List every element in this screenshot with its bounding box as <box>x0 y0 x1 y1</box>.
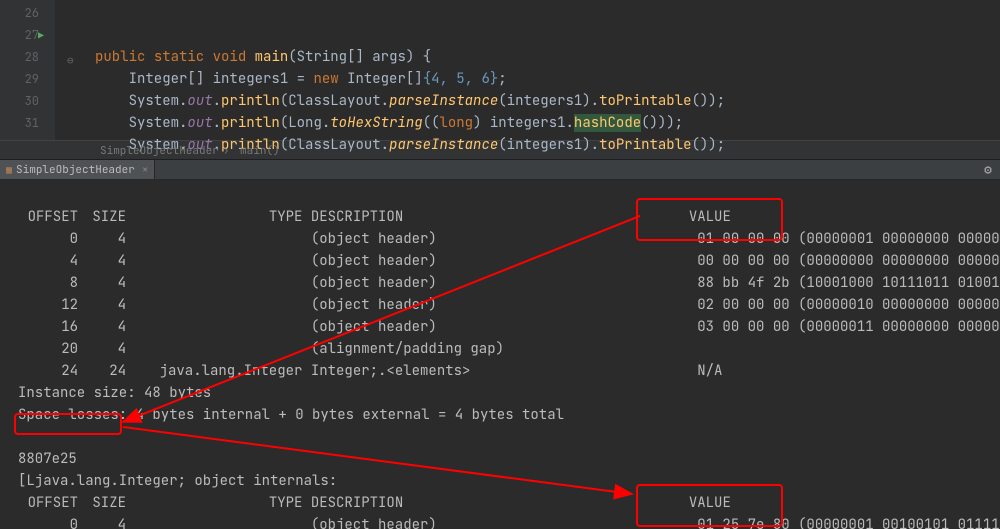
instance-size-line: Instance size: 48 bytes <box>18 384 211 402</box>
col-header: TYPE <box>269 494 303 512</box>
col-header: DESCRIPTION <box>311 494 403 512</box>
cell-size: 4 <box>78 228 126 250</box>
cell-offset: 24 <box>18 360 78 382</box>
cell-value: 00 00 00 00 (00000000 00000000 00000000 … <box>697 252 1000 270</box>
run-tab-bar: ▦ SimpleObjectHeader × ⚙ <box>0 160 1000 180</box>
code-content[interactable]: ⊖public static void main(String[] args) … <box>55 0 1000 140</box>
breadcrumb-method[interactable]: main() <box>236 144 284 158</box>
cell-size: 4 <box>78 294 126 316</box>
breadcrumb-class[interactable]: SimpleObjectHeader <box>96 144 223 158</box>
cell-value: 01 25 7e 80 (00000001 00100101 01111110 … <box>697 516 1000 529</box>
keyword: long <box>439 114 473 132</box>
cell-desc: (object header) <box>311 252 437 270</box>
method-name: main <box>255 48 289 66</box>
line-number: 31 <box>0 112 39 134</box>
cell-value: 03 00 00 00 (00000011 00000000 00000000 … <box>697 318 1000 336</box>
keyword: new <box>313 70 338 88</box>
method-call: parseInstance <box>389 136 498 154</box>
cell-desc: (object header) <box>311 296 437 314</box>
method-call: toPrintable <box>599 136 691 154</box>
col-header: OFFSET <box>18 206 78 228</box>
cell-value: N/A <box>697 362 722 380</box>
cell-offset: 12 <box>18 294 78 316</box>
cell-desc: (object header) <box>311 318 437 336</box>
cell-size: 4 <box>78 338 126 360</box>
param: args <box>372 48 406 66</box>
cell-offset: 20 <box>18 338 78 360</box>
cell-size: 4 <box>78 272 126 294</box>
run-gutter-icon[interactable]: ▶ <box>38 25 44 47</box>
run-tab-icon: ▦ <box>6 163 12 176</box>
line-number: 27 <box>0 24 39 46</box>
method-call: println <box>221 92 280 110</box>
cell-size: 4 <box>78 514 126 529</box>
hash-output: 8807e25 <box>18 450 77 468</box>
cell-offset: 0 <box>18 228 78 250</box>
col-header: OFFSET <box>18 492 78 514</box>
class-ref: ClassLayout <box>288 92 380 110</box>
variable: integers1 <box>507 136 583 154</box>
class-ref: Long <box>288 114 322 132</box>
col-header: TYPE <box>269 208 303 226</box>
cell-value: 01 00 00 00 (00000001 00000000 00000000 … <box>697 230 1000 248</box>
class-ref: System <box>129 92 179 110</box>
code-editor[interactable]: 26 27 28 29 30 31 ▶ ⊖public static void … <box>0 0 1000 140</box>
class-ref: ClassLayout <box>288 136 380 154</box>
run-tab-label: SimpleObjectHeader <box>16 163 135 177</box>
method-call: parseInstance <box>389 92 498 110</box>
type-name: Integer <box>129 70 188 88</box>
run-tab[interactable]: ▦ SimpleObjectHeader × <box>0 160 155 179</box>
variable: integers1 <box>490 114 566 132</box>
field: out <box>187 114 212 132</box>
cell-value: 02 00 00 00 (00000010 00000000 00000000 … <box>697 296 1000 314</box>
internals-header: [Ljava.lang.Integer; object internals: <box>18 472 337 490</box>
cell-value: 88 bb 4f 2b (10001000 10111011 01001111 … <box>697 274 1000 292</box>
fold-icon[interactable]: ⊖ <box>67 50 74 72</box>
cell-desc: (object header) <box>311 516 437 529</box>
editor-gutter: 26 27 28 29 30 31 ▶ <box>0 0 55 140</box>
col-header: VALUE <box>689 208 731 226</box>
col-header: SIZE <box>78 206 126 228</box>
line-number: 30 <box>0 90 39 112</box>
field: out <box>187 92 212 110</box>
line-number: 29 <box>0 68 39 90</box>
cell-size: 4 <box>78 316 126 338</box>
cell-size: 24 <box>78 360 126 382</box>
cell-type: java.lang.Integer <box>160 362 303 380</box>
col-header: VALUE <box>689 494 731 512</box>
keyword: void <box>213 48 247 66</box>
cell-offset: 16 <box>18 316 78 338</box>
cell-desc: (alignment/padding gap) <box>311 340 504 358</box>
operator: = <box>297 70 305 88</box>
close-tab-icon[interactable]: × <box>142 163 149 177</box>
cell-desc: Integer;.<elements> <box>311 362 471 380</box>
cell-offset: 0 <box>18 514 78 529</box>
line-number: 28 <box>0 46 39 68</box>
cell-offset: 8 <box>18 272 78 294</box>
col-header: SIZE <box>78 492 126 514</box>
type-name: Integer <box>347 70 406 88</box>
cell-size: 4 <box>78 250 126 272</box>
col-header: DESCRIPTION <box>311 208 403 226</box>
cell-desc: (object header) <box>311 230 437 248</box>
method-call: hashCode <box>574 114 641 132</box>
method-call: println <box>221 114 280 132</box>
method-call: toPrintable <box>599 92 691 110</box>
space-losses-line: Space losses: 4 bytes internal + 0 bytes… <box>18 406 564 424</box>
keyword: static <box>154 48 204 66</box>
class-ref: System <box>129 114 179 132</box>
gear-icon[interactable]: ⚙ <box>984 161 992 178</box>
variable: integers1 <box>213 70 289 88</box>
variable: integers1 <box>507 92 583 110</box>
keyword: public <box>95 48 145 66</box>
cell-offset: 4 <box>18 250 78 272</box>
type-name: String <box>297 48 347 66</box>
number-literal: {4, 5, 6} <box>423 70 499 88</box>
cell-desc: (object header) <box>311 274 437 292</box>
method-call: toHexString <box>330 114 422 132</box>
console-output[interactable]: OFFSETSIZE TYPE DESCRIPTION VALUE 04 (ob… <box>0 180 1000 529</box>
line-number: 26 <box>0 2 39 24</box>
